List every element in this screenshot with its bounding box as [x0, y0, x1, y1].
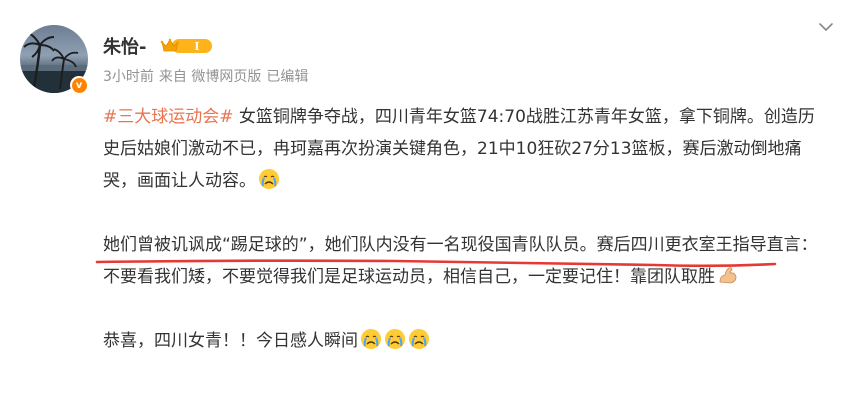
crying-face-icon [408, 328, 430, 350]
edited-label[interactable]: 已编辑 [266, 66, 308, 86]
post-meta: 3小时前 来自 微博网页版 已编辑 [103, 66, 308, 86]
post-time[interactable]: 3小时前 [103, 66, 154, 86]
hashtag-link[interactable]: #三大球运动会# [103, 107, 234, 127]
red-underline-annotation [95, 259, 777, 268]
verified-badge-icon: v [70, 76, 88, 94]
crying-face-icon [360, 328, 382, 350]
crying-face-icon [258, 168, 280, 190]
crown-level-icon: I [160, 38, 212, 53]
post-text-3: 恭喜，四川女青！！今日感人瞬间 [103, 331, 358, 351]
post-content: #三大球运动会# 女篮铜牌争夺战，四川青年女篮74:70战胜江苏青年女篮，拿下铜… [103, 101, 831, 357]
post-paragraph-3: 恭喜，四川女青！！今日感人瞬间 [103, 325, 831, 357]
post-source: 来自 微博网页版 [158, 69, 262, 85]
username[interactable]: 朱怡- [103, 33, 146, 59]
level-number: I [194, 40, 199, 53]
crying-face-icon [384, 328, 406, 350]
user-level-badge[interactable]: I [160, 36, 214, 55]
chevron-down-icon[interactable] [817, 18, 835, 36]
post-paragraph-1: #三大球运动会# 女篮铜牌争夺战，四川青年女篮74:70战胜江苏青年女篮，拿下铜… [103, 101, 831, 197]
